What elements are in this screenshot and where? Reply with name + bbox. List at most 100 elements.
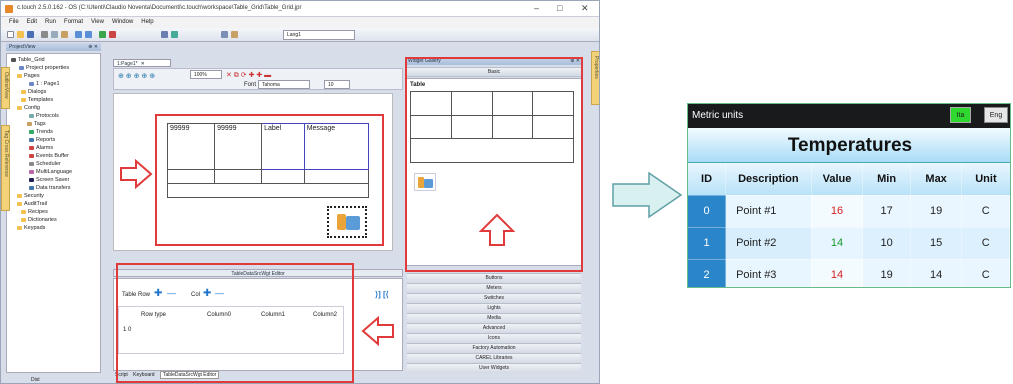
menu-bar: File Edit Run Format View Window Help [1, 17, 599, 28]
category-switches[interactable]: Switches [407, 293, 581, 303]
menu-format[interactable]: Format [64, 19, 83, 25]
category-icons[interactable]: Icons [407, 333, 581, 343]
cell-value: 14 [811, 259, 864, 287]
projectview-pin[interactable]: ⊕ ✕ [88, 44, 98, 50]
tree-item[interactable]: Alarms [29, 145, 53, 151]
menu-window[interactable]: Window [112, 19, 133, 25]
menu-file[interactable]: File [9, 19, 19, 25]
save-icon[interactable] [27, 31, 34, 38]
language-select[interactable]: Lang1 [283, 30, 355, 40]
menu-edit[interactable]: Edit [27, 19, 37, 25]
cell-description: Point #2 [725, 227, 812, 260]
tree-item[interactable]: Project properties [19, 65, 69, 71]
tree-item[interactable]: Table_Grid [11, 57, 45, 63]
cell-min: 10 [862, 227, 911, 260]
preview-table: ID Description Value Min Max Unit 0 Poin… [688, 163, 1010, 287]
tree-item[interactable]: Recipes [21, 209, 48, 215]
maximize-button[interactable]: □ [557, 3, 562, 13]
nav-icons[interactable]: ⟩] [⟨ [375, 290, 389, 299]
build-icon[interactable] [171, 31, 178, 38]
projectview-title: ProjectView [9, 44, 36, 50]
open-icon[interactable] [17, 31, 24, 38]
zoom-select[interactable]: 100% [190, 70, 222, 79]
tree-item[interactable]: Screen Saver [29, 177, 69, 183]
tree-item[interactable]: Dictionaries [21, 217, 57, 223]
tree-item[interactable]: Templates [21, 97, 53, 103]
font-select[interactable]: Tahoma [258, 80, 310, 89]
tree-item[interactable]: Security [17, 193, 44, 199]
run-icon[interactable] [99, 31, 106, 38]
ita-button[interactable]: Ita [950, 107, 971, 123]
align-icons[interactable]: ✕ ⧉ ⟳ ✚ ✚ ▬ [226, 71, 271, 80]
tree-item[interactable]: Events Buffer [29, 153, 69, 159]
grid-cell: Label [261, 122, 305, 171]
tree-item[interactable]: MultiLanguage [29, 169, 72, 175]
eng-button[interactable]: Eng [984, 107, 1008, 123]
status-text: Dist [31, 377, 40, 383]
category-lights[interactable]: Lights [407, 303, 581, 313]
table-row: 0 Point #1 16 17 19 C [688, 195, 1010, 228]
cell-max: 19 [910, 195, 963, 228]
projectview-header: ProjectView ⊕ ✕ [6, 43, 101, 51]
category-carel-libraries[interactable]: CAREL Libraries [407, 353, 581, 363]
new-icon[interactable] [7, 31, 14, 38]
export-icon[interactable] [231, 31, 238, 38]
cell-description: Point #3 [725, 259, 812, 287]
tree-item[interactable]: Reports [29, 137, 55, 143]
copy-icon[interactable] [51, 31, 58, 38]
settings-icon[interactable] [221, 31, 228, 38]
grid-icon[interactable] [161, 31, 168, 38]
menu-run[interactable]: Run [45, 19, 56, 25]
cell-id: 2 [688, 259, 727, 287]
outline-view-tab[interactable]: OutlineView [1, 67, 10, 109]
editor-highlight [116, 263, 354, 383]
menu-view[interactable]: View [91, 19, 104, 25]
tree-item[interactable]: Scheduler [29, 161, 61, 167]
title-bar: c.touch 2.5.0.162 - OS (C:\Utenti\Claudi… [1, 1, 599, 17]
arrow-left-icon [361, 316, 394, 346]
tree-item[interactable]: Keypads [17, 225, 45, 231]
tree-item[interactable]: Tags [27, 121, 46, 127]
category-user-widgets[interactable]: User Widgets [407, 363, 581, 373]
category-media[interactable]: Media [407, 313, 581, 323]
category-buttons[interactable]: Buttons [407, 273, 581, 283]
tree-item[interactable]: Pages [17, 73, 40, 79]
tree-item[interactable]: Data transfers [29, 185, 71, 191]
tree-item[interactable]: Protocols [29, 113, 59, 119]
cell-id: 1 [688, 227, 727, 260]
tree-item[interactable]: Trends [29, 129, 53, 135]
table-row: 1 Point #2 14 10 15 C [688, 227, 1010, 260]
minimize-button[interactable]: – [534, 3, 539, 13]
header-value: Value [811, 163, 864, 196]
tree-item[interactable]: 1 : Page1 [29, 81, 60, 87]
cut-icon[interactable] [41, 31, 48, 38]
cell-description: Point #1 [725, 195, 812, 228]
tag-cross-reference-tab[interactable]: Tag Cross Reference [1, 125, 10, 211]
category-list: Buttons Meters Switches Lights Media Adv… [407, 273, 581, 381]
cell-value: 14 [811, 227, 864, 260]
close-button[interactable]: ✕ [581, 3, 589, 14]
tree-item[interactable]: AuditTrail [17, 201, 47, 207]
category-advanced[interactable]: Advanced [407, 323, 581, 333]
redo-icon[interactable] [85, 31, 92, 38]
category-factory-automation[interactable]: Factory Automation [407, 343, 581, 353]
ide-window: c.touch 2.5.0.162 - OS (C:\Utenti\Claudi… [0, 0, 600, 384]
stop-icon[interactable] [109, 31, 116, 38]
table-grid-widget[interactable]: 99999 99999 Label Message [166, 122, 370, 198]
category-meters[interactable]: Meters [407, 283, 581, 293]
properties-tab[interactable]: Properties [591, 51, 599, 105]
tree-item[interactable]: Config [17, 105, 40, 111]
menu-help[interactable]: Help [141, 19, 153, 25]
tree-item[interactable]: Dialogs [21, 89, 46, 95]
font-size-select[interactable]: 10 [324, 80, 350, 89]
page-tab[interactable]: 1:Page1* ✕ [113, 59, 171, 67]
cell-min: 19 [862, 259, 911, 287]
header-min: Min [862, 163, 911, 196]
preview-header-bar: Metric units Ita Eng [688, 104, 1010, 128]
zoom-in-icon[interactable]: ⊕ ⊕ ⊕ ⊕ ⊕ [118, 72, 155, 80]
header-description: Description [725, 163, 812, 196]
paste-icon[interactable] [61, 31, 68, 38]
datasource-widget-icon[interactable] [327, 206, 367, 238]
grid-cell: 99999 [214, 122, 263, 171]
undo-icon[interactable] [75, 31, 82, 38]
